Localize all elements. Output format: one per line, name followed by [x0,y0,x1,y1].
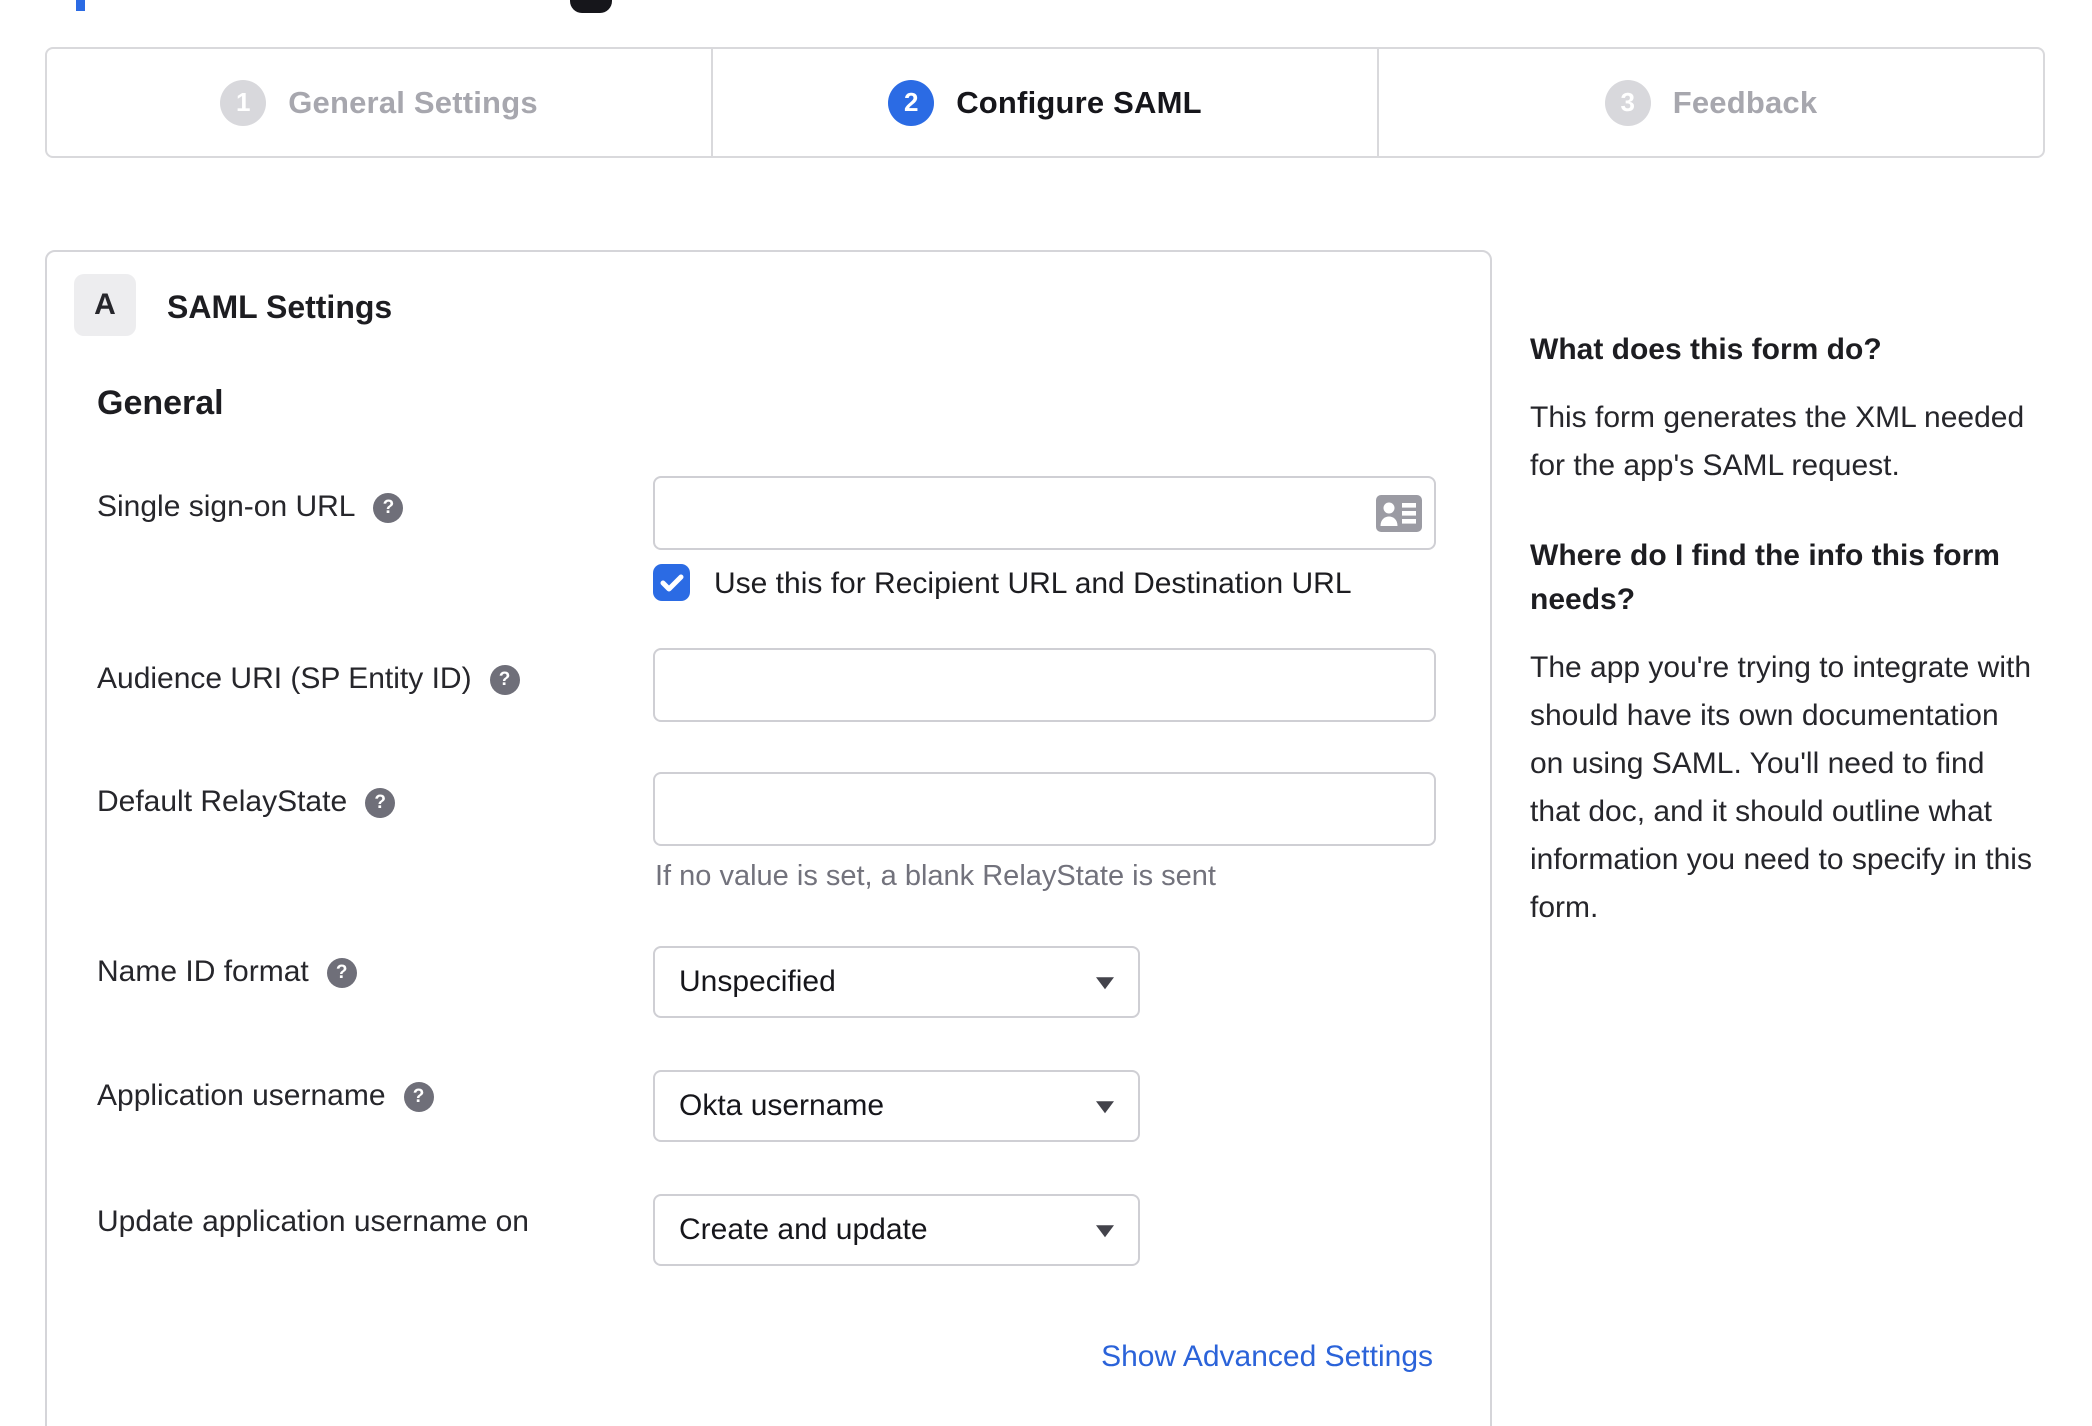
saml-settings-card: A SAML Settings General Single sign-on U… [45,250,1492,1426]
help-icon[interactable]: ? [326,958,357,988]
help-icon[interactable]: ? [365,788,396,818]
application-username-label: Application username ? [97,1079,434,1113]
caret-down-icon [1096,1225,1114,1238]
step-2-number-badge: 2 [888,79,935,126]
audience-uri-label: Audience URI (SP Entity ID) ? [97,662,520,696]
sidebar-heading-where: Where do I find the info this form needs… [1530,539,2000,616]
show-advanced-settings-link[interactable]: Show Advanced Settings [1101,1340,1433,1374]
name-id-format-label: Name ID format ? [97,955,357,989]
step-feedback[interactable]: 3 Feedback [1377,49,2043,156]
caret-down-icon [1096,1101,1114,1114]
sidebar-heading-what: What does this form do? [1530,333,1882,366]
saml-setup-page: 1 General Settings 2 Configure SAML 3 Fe… [0,0,2092,1426]
sso-url-label: Single sign-on URL ? [97,490,404,524]
cropped-header-blue-fragment [76,0,85,11]
step-3-label: Feedback [1672,84,1818,120]
recipient-url-checkbox[interactable] [653,564,690,601]
step-1-number-badge: 1 [220,79,267,126]
cropped-header-logo-fragment [570,0,612,13]
sidebar-body-where: The app you're trying to integrate with … [1530,651,2032,924]
step-configure-saml[interactable]: 2 Configure SAML [711,49,1377,156]
sidebar-body-what: This form generates the XML needed for t… [1530,401,2025,482]
section-a-badge: A [74,274,136,336]
help-icon[interactable]: ? [373,493,404,523]
step-1-label: General Settings [288,84,538,120]
audience-uri-input[interactable] [653,648,1436,722]
contact-card-icon[interactable] [1376,495,1422,537]
wizard-stepper: 1 General Settings 2 Configure SAML 3 Fe… [45,47,2045,158]
step-3-number-badge: 3 [1604,79,1651,126]
recipient-url-checkbox-label: Use this for Recipient URL and Destinati… [714,567,1352,600]
update-application-username-label: Update application username on [97,1205,529,1238]
help-sidebar: What does this form do? This form genera… [1530,328,2035,976]
relaystate-hint: If no value is set, a blank RelayState i… [655,860,1216,892]
step-general-settings[interactable]: 1 General Settings [47,49,711,156]
general-section-title: General [97,384,224,422]
help-icon[interactable]: ? [489,665,520,695]
default-relaystate-label: Default RelayState ? [97,785,396,819]
application-username-select[interactable]: Okta username [653,1070,1140,1142]
checkmark-icon [660,574,683,591]
sso-url-input[interactable] [653,476,1436,550]
card-title: SAML Settings [167,289,393,325]
default-relaystate-input[interactable] [653,772,1436,846]
help-icon[interactable]: ? [403,1082,434,1112]
update-application-username-select[interactable]: Create and update [653,1194,1140,1266]
name-id-format-select[interactable]: Unspecified [653,946,1140,1018]
step-2-label: Configure SAML [956,84,1202,120]
caret-down-icon [1096,977,1114,990]
